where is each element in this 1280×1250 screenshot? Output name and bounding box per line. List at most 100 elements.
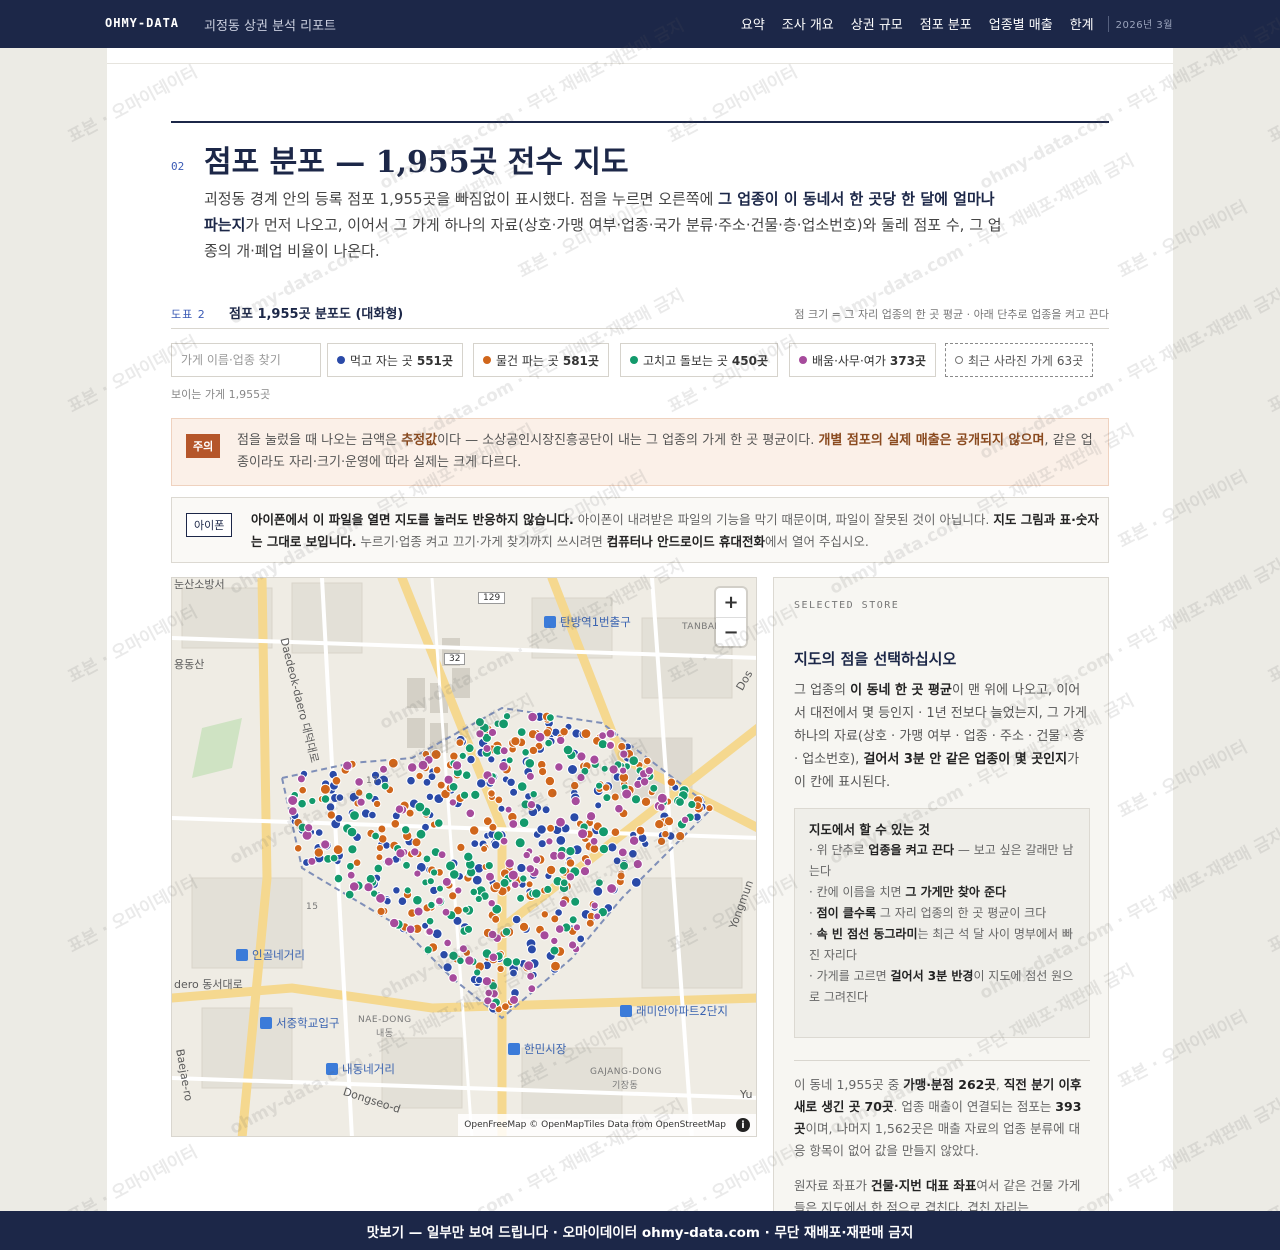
marker-work[interactable] xyxy=(527,984,537,994)
marker-shop[interactable] xyxy=(501,1002,510,1012)
filter-chip-closed[interactable]: 최근 사라진 가게 63곳 xyxy=(945,343,1094,377)
marker-care[interactable] xyxy=(516,893,526,903)
marker-work[interactable] xyxy=(504,805,513,814)
marker-work[interactable] xyxy=(644,766,654,776)
marker-work[interactable] xyxy=(348,881,360,892)
filter-chip-shop[interactable]: 물건 파는 곳 581곳 xyxy=(473,343,609,377)
marker-work[interactable] xyxy=(487,727,498,738)
marker-care[interactable] xyxy=(349,810,360,821)
marker-work[interactable] xyxy=(484,988,494,998)
marker-shop[interactable] xyxy=(518,921,530,932)
marker-care[interactable] xyxy=(470,789,481,800)
marker-work[interactable] xyxy=(508,819,519,829)
marker-work[interactable] xyxy=(437,850,447,860)
marker-work[interactable] xyxy=(532,855,542,865)
marker-care[interactable] xyxy=(414,801,426,813)
marker-eat[interactable] xyxy=(325,802,336,812)
marker-care[interactable] xyxy=(461,770,472,780)
marker-care[interactable] xyxy=(595,781,604,790)
marker-eat[interactable] xyxy=(509,968,518,978)
marker-care[interactable] xyxy=(529,790,538,799)
marker-care[interactable] xyxy=(521,748,530,757)
marker-work[interactable] xyxy=(579,866,591,877)
marker-shop[interactable] xyxy=(705,804,714,813)
marker-shop[interactable] xyxy=(559,727,569,737)
marker-work[interactable] xyxy=(354,777,364,787)
marker-work[interactable] xyxy=(583,858,592,867)
marker-eat[interactable] xyxy=(594,801,603,810)
marker-work[interactable] xyxy=(605,728,616,739)
info-icon[interactable]: i xyxy=(736,1118,750,1132)
marker-shop[interactable] xyxy=(565,858,576,868)
marker-shop[interactable] xyxy=(550,960,561,972)
marker-care[interactable] xyxy=(519,874,528,883)
marker-work[interactable] xyxy=(356,797,366,807)
marker-shop[interactable] xyxy=(661,829,670,839)
marker-care[interactable] xyxy=(524,758,536,769)
marker-care[interactable] xyxy=(630,794,642,805)
nav-item-size[interactable]: 상권 규모 xyxy=(851,14,903,33)
marker-work[interactable] xyxy=(320,839,331,850)
marker-shop[interactable] xyxy=(617,741,627,752)
marker-care[interactable] xyxy=(463,851,474,862)
nav-item-distribution[interactable]: 점포 분포 xyxy=(920,14,972,33)
marker-shop[interactable] xyxy=(510,736,521,747)
marker-work[interactable] xyxy=(443,938,452,948)
marker-work[interactable] xyxy=(527,711,538,723)
marker-work[interactable] xyxy=(407,762,418,773)
marker-care[interactable] xyxy=(401,825,411,835)
marker-eat[interactable] xyxy=(470,839,480,849)
marker-eat[interactable] xyxy=(439,950,449,960)
marker-work[interactable] xyxy=(656,792,668,804)
marker-eat[interactable] xyxy=(541,805,551,815)
marker-shop[interactable] xyxy=(415,771,424,781)
marker-care[interactable] xyxy=(347,844,358,855)
marker-eat[interactable] xyxy=(630,877,642,888)
marker-work[interactable] xyxy=(304,823,314,833)
marker-eat[interactable] xyxy=(476,778,487,789)
marker-work[interactable] xyxy=(389,917,400,929)
marker-shop[interactable] xyxy=(298,785,307,795)
marker-eat[interactable] xyxy=(466,754,476,765)
marker-care[interactable] xyxy=(474,894,483,904)
marker-work[interactable] xyxy=(410,847,420,857)
marker-care[interactable] xyxy=(602,793,612,803)
filter-chip-care[interactable]: 고치고 돌보는 곳 450곳 xyxy=(620,343,779,377)
marker-work[interactable] xyxy=(539,930,550,941)
marker-care[interactable] xyxy=(619,860,629,871)
marker-work[interactable] xyxy=(523,960,535,972)
marker-work[interactable] xyxy=(510,880,520,890)
brand-logo[interactable]: OHMY-DATA xyxy=(105,16,179,30)
marker-shop[interactable] xyxy=(675,831,686,842)
marker-care[interactable] xyxy=(461,905,470,914)
marker-care[interactable] xyxy=(568,915,578,925)
marker-work[interactable] xyxy=(555,816,566,828)
marker-work[interactable] xyxy=(342,760,353,771)
nav-item-limits[interactable]: 한계 xyxy=(1070,14,1094,33)
marker-work[interactable] xyxy=(525,864,535,874)
marker-work[interactable] xyxy=(525,771,535,781)
marker-eat[interactable] xyxy=(628,849,638,859)
marker-eat[interactable] xyxy=(592,885,604,897)
filter-chip-eat[interactable]: 먹고 자는 곳 551곳 xyxy=(327,343,463,377)
marker-care[interactable] xyxy=(549,945,560,956)
marker-work[interactable] xyxy=(363,882,374,893)
marker-work[interactable] xyxy=(680,815,690,825)
marker-eat[interactable] xyxy=(497,804,506,813)
marker-work[interactable] xyxy=(590,901,599,910)
marker-work[interactable] xyxy=(656,802,666,812)
marker-care[interactable] xyxy=(516,781,528,792)
marker-shop[interactable] xyxy=(480,844,489,853)
marker-work[interactable] xyxy=(589,836,599,846)
marker-work[interactable] xyxy=(534,731,546,743)
marker-care[interactable] xyxy=(449,869,460,880)
marker-work[interactable] xyxy=(287,806,298,817)
marker-care[interactable] xyxy=(628,755,640,766)
nav-item-survey[interactable]: 조사 개요 xyxy=(782,14,834,33)
marker-eat[interactable] xyxy=(536,824,547,835)
marker-care[interactable] xyxy=(365,873,376,884)
store-map[interactable]: 눈산소방서 탄방역1번출구 TANBANG 용동산 Daedeok-daero … xyxy=(171,577,757,1137)
marker-work[interactable] xyxy=(435,896,444,906)
marker-shop[interactable] xyxy=(616,871,626,881)
marker-shop[interactable] xyxy=(656,836,667,846)
